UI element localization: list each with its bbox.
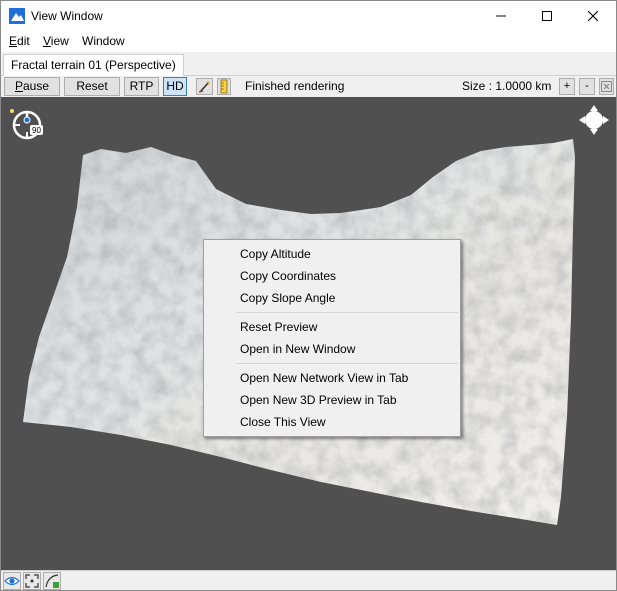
frame-view-button[interactable] [23, 572, 41, 590]
tab-strip: Fractal terrain 01 (Perspective) [1, 52, 616, 76]
menu-open-3d-preview-tab[interactable]: Open New 3D Preview in Tab [205, 389, 459, 411]
menu-view-accel: V [43, 34, 51, 48]
app-mountain-icon [9, 8, 25, 24]
minimize-button[interactable] [478, 1, 524, 31]
pause-accel: P [14, 79, 23, 93]
menu-window[interactable]: Window [82, 34, 125, 48]
curve-icon [45, 574, 59, 588]
menu-copy-slope-angle[interactable]: Copy Slope Angle [205, 287, 459, 309]
menu-copy-coordinates[interactable]: Copy Coordinates [205, 265, 459, 287]
view-window: View Window Edit View Window Fractal ter… [0, 0, 617, 591]
title-bar[interactable]: View Window [1, 1, 616, 31]
brush-icon [198, 81, 210, 93]
ruler-icon [220, 79, 228, 94]
menu-view[interactable]: View [43, 34, 69, 48]
maximize-button[interactable] [524, 1, 570, 31]
render-status: Finished rendering [245, 79, 345, 93]
menu-close-this-view[interactable]: Close This View [205, 411, 459, 433]
menu-bar: Edit View Window [1, 31, 616, 52]
menu-reset-preview[interactable]: Reset Preview [205, 316, 459, 338]
menu-window-label: Window [82, 34, 125, 48]
reset-button[interactable]: Reset [64, 77, 120, 96]
rtp-button[interactable]: RTP [124, 77, 159, 96]
menu-edit-accel: E [9, 34, 18, 48]
status-bar [1, 570, 616, 590]
compass-value: 90 [32, 126, 41, 135]
maximize-icon [542, 11, 552, 21]
close-view-icon [601, 81, 612, 92]
close-icon [588, 11, 598, 21]
frame-icon [25, 574, 39, 588]
pause-label: ause [22, 79, 50, 93]
menu-separator [236, 312, 458, 313]
camera-nav-icon[interactable] [579, 105, 609, 135]
menu-separator [236, 363, 458, 364]
curve-tool-button[interactable] [43, 572, 61, 590]
menu-edit-label: dit [17, 34, 30, 48]
menu-copy-altitude[interactable]: Copy Altitude [205, 243, 459, 265]
ruler-tool-button[interactable] [217, 78, 231, 95]
menu-open-network-view-tab[interactable]: Open New Network View in Tab [205, 367, 459, 389]
zoom-out-button[interactable]: - [579, 78, 595, 95]
context-menu: Copy Altitude Copy Coordinates Copy Slop… [203, 239, 461, 437]
close-button[interactable] [570, 1, 616, 31]
pause-button[interactable]: Pause [4, 77, 60, 96]
eye-icon [4, 576, 20, 586]
menu-open-new-window[interactable]: Open in New Window [205, 338, 459, 360]
zoom-in-button[interactable]: + [559, 78, 575, 95]
window-title: View Window [31, 9, 103, 23]
preview-toolbar: Pause Reset RTP HD Finished rendering Si… [1, 76, 616, 97]
close-view-button[interactable] [599, 78, 614, 95]
hd-button[interactable]: HD [163, 77, 187, 96]
toggle-visibility-button[interactable] [3, 572, 21, 590]
size-readout: Size : 1.0000 km [462, 79, 552, 93]
menu-view-label: iew [50, 34, 69, 48]
minimize-icon [496, 15, 506, 17]
brush-tool-button[interactable] [196, 78, 213, 95]
menu-edit[interactable]: Edit [9, 34, 30, 48]
tab-fractal-terrain[interactable]: Fractal terrain 01 (Perspective) [3, 54, 184, 76]
compass-icon[interactable]: 90 [9, 106, 47, 140]
